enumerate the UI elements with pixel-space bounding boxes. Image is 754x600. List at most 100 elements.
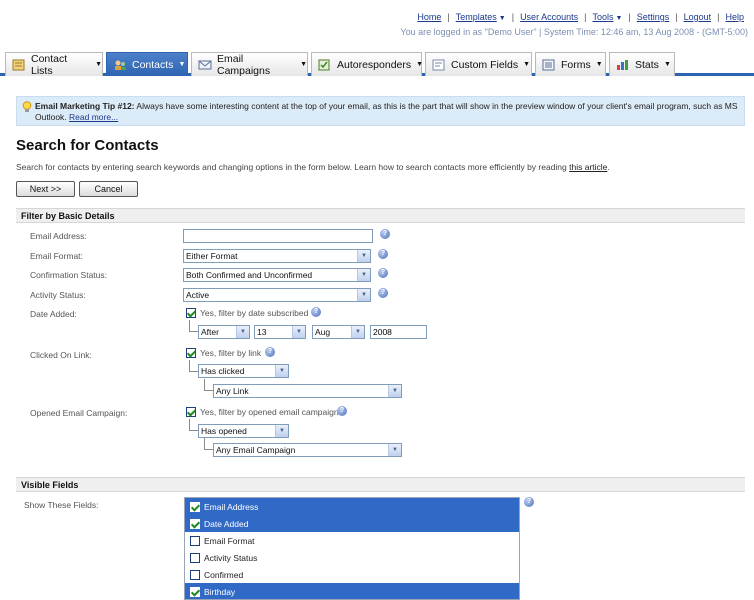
chevron-down-icon: ▼	[300, 61, 307, 68]
opened-campaign-select[interactable]: Any Email Campaign ▼	[213, 443, 402, 457]
forms-icon	[542, 59, 555, 70]
date-day-select[interactable]: 13 ▼	[254, 325, 306, 339]
tab-label: Email Campaigns	[217, 52, 271, 77]
cancel-button[interactable]: Cancel	[79, 181, 138, 197]
tab-forms[interactable]: Forms ▼	[535, 52, 606, 76]
help-icon[interactable]: ?	[378, 249, 388, 259]
clicked-filter-checkbox[interactable]: Yes, filter by link	[186, 348, 261, 358]
help-icon[interactable]: ?	[378, 268, 388, 278]
chevron-down-icon: ▼	[178, 61, 186, 68]
email-address-input[interactable]	[183, 229, 373, 243]
list-item[interactable]: Activity Status	[185, 549, 519, 566]
checkbox-unchecked-icon	[190, 552, 200, 563]
date-filter-checkbox[interactable]: Yes, filter by date subscribed	[186, 308, 308, 318]
read-more-link[interactable]: Read more...	[69, 112, 118, 122]
opened-filter-label: Yes, filter by opened email campaign	[200, 407, 339, 417]
opened-operator-value: Has opened	[201, 426, 247, 436]
confirmation-status-label: Confirmation Status:	[30, 270, 108, 280]
clicked-operator-value: Has clicked	[201, 366, 245, 376]
opened-operator-select[interactable]: Has opened ▼	[198, 424, 289, 438]
list-item[interactable]: Confirmed	[185, 566, 519, 583]
help-icon[interactable]: ?	[378, 288, 388, 298]
next-button[interactable]: Next >>	[16, 181, 75, 197]
home-link[interactable]: Home	[417, 12, 441, 22]
help-icon[interactable]: ?	[380, 229, 390, 239]
logout-link[interactable]: Logout	[684, 12, 712, 22]
checkbox-checked-icon	[190, 501, 200, 512]
tip-text: Always have some interesting content at …	[35, 101, 738, 122]
nav-separator: |	[584, 12, 587, 22]
email-address-label: Email Address:	[30, 231, 87, 241]
activity-status-label: Activity Status:	[30, 290, 86, 300]
intro-end: .	[607, 162, 610, 172]
field-label: Confirmed	[204, 569, 244, 580]
tab-stats[interactable]: Stats ▼	[609, 52, 675, 76]
nav-separator: |	[447, 12, 450, 22]
field-label: Email Format	[204, 535, 255, 546]
show-fields-label: Show These Fields:	[24, 500, 99, 510]
tab-contact-lists[interactable]: Contact Lists ▼	[5, 52, 103, 77]
tab-label: Contact Lists	[31, 52, 68, 77]
autoresponders-icon	[318, 59, 330, 70]
tab-autoresponders[interactable]: Autoresponders ▼	[311, 52, 424, 76]
help-icon[interactable]: ?	[524, 497, 534, 507]
chevron-down-icon: ▼	[615, 15, 623, 22]
list-item[interactable]: Email Address	[185, 498, 519, 515]
tab-custom-fields[interactable]: Custom Fields ▼	[425, 52, 532, 76]
this-article-link[interactable]: this article	[569, 162, 607, 172]
help-icon[interactable]: ?	[311, 307, 321, 317]
chevron-down-icon: ▼	[351, 326, 364, 338]
tab-email-campaigns[interactable]: Email Campaigns ▼	[191, 52, 308, 77]
email-campaigns-icon	[198, 60, 212, 69]
contacts-icon	[115, 60, 126, 70]
page-intro: Search for contacts by entering search k…	[16, 162, 610, 172]
clicked-link-select[interactable]: Any Link ▼	[213, 384, 402, 398]
email-format-select[interactable]: Either Format ▼	[183, 249, 371, 263]
chevron-down-icon: ▼	[498, 15, 506, 22]
checkbox-checked-icon	[186, 348, 196, 358]
date-month-select[interactable]: Aug ▼	[312, 325, 365, 339]
chevron-down-icon: ▼	[388, 385, 401, 397]
tip-title: Email Marketing Tip #12:	[35, 101, 135, 111]
tab-label: Stats	[635, 58, 659, 71]
list-item[interactable]: Date Added	[185, 515, 519, 532]
checkbox-unchecked-icon	[190, 535, 200, 546]
chevron-down-icon: ▼	[275, 365, 288, 377]
clicked-operator-select[interactable]: Has clicked ▼	[198, 364, 289, 378]
list-item[interactable]: Birthday	[185, 583, 519, 599]
field-label: Birthday	[204, 586, 236, 597]
email-marketing-tip: Email Marketing Tip #12: Always have som…	[16, 96, 745, 126]
intro-text: Search for contacts by entering search k…	[16, 162, 570, 172]
date-operator-select[interactable]: After ▼	[198, 325, 250, 339]
login-status: You are logged in as "Demo User" | Syste…	[400, 27, 748, 37]
custom-fields-icon	[432, 59, 445, 70]
stats-icon	[617, 59, 628, 70]
opened-filter-checkbox[interactable]: Yes, filter by opened email campaign	[186, 407, 339, 417]
nav-separator: |	[511, 12, 515, 22]
settings-link[interactable]: Settings	[637, 12, 670, 22]
chevron-down-icon: ▼	[416, 61, 424, 68]
tab-label: Contacts	[132, 58, 174, 71]
email-format-label: Email Format:	[30, 251, 83, 261]
activity-status-select[interactable]: Active ▼	[183, 288, 371, 302]
date-filter-label: Yes, filter by date subscribed	[200, 308, 309, 318]
tab-contacts[interactable]: Contacts ▼	[106, 52, 188, 76]
nav-separator: |	[717, 12, 720, 22]
confirmation-status-select[interactable]: Both Confirmed and Unconfirmed ▼	[183, 268, 371, 282]
help-icon[interactable]: ?	[337, 406, 347, 416]
lightbulb-icon	[22, 101, 32, 112]
help-icon[interactable]: ?	[265, 347, 275, 357]
date-year-input[interactable]	[370, 325, 427, 339]
main-tab-bar: Contact Lists ▼ Contacts ▼ Email Campaigns…	[0, 50, 754, 77]
help-link[interactable]: Help	[725, 12, 744, 22]
visible-fields-list[interactable]: Email Address Date Added Email Format Ac…	[184, 497, 520, 600]
chevron-down-icon: ▼	[357, 250, 370, 262]
user-accounts-link[interactable]: User Accounts	[520, 12, 578, 22]
chevron-down-icon: ▼	[292, 326, 305, 338]
field-label: Email Address	[204, 501, 259, 512]
tab-label: Forms	[561, 58, 591, 71]
list-item[interactable]: Email Format	[185, 532, 519, 549]
templates-link[interactable]: Templates ▼	[456, 12, 506, 22]
tools-link[interactable]: Tools ▼	[592, 12, 622, 22]
opened-campaign-value: Any Email Campaign	[216, 445, 296, 455]
